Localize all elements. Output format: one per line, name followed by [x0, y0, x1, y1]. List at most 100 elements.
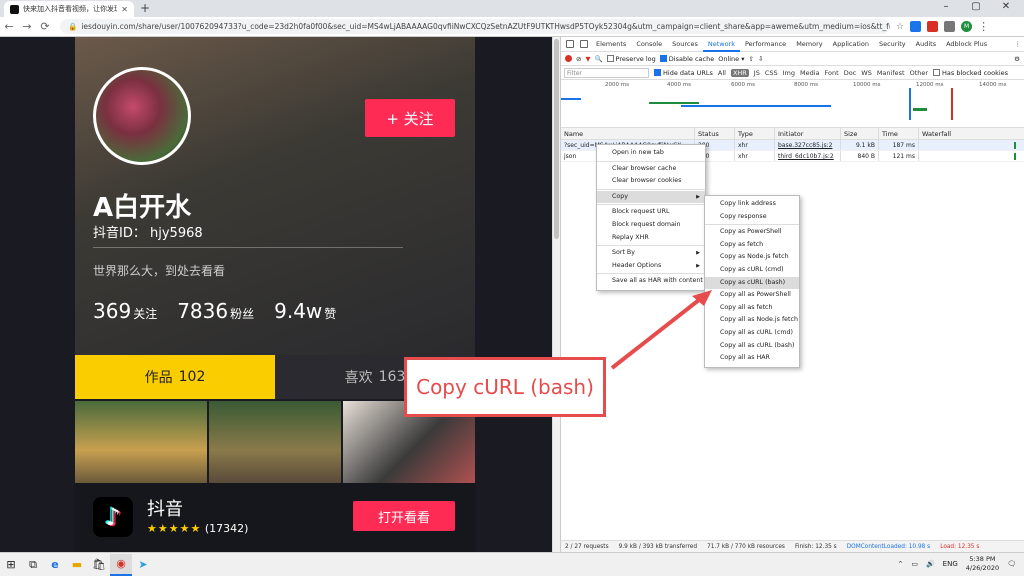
tab-application[interactable]: Application: [828, 37, 874, 52]
language-indicator[interactable]: ENG: [943, 560, 958, 568]
col-name[interactable]: Name: [561, 128, 695, 139]
clock[interactable]: 5:38 PM 4/26/2020: [966, 555, 999, 573]
inspect-icon[interactable]: [566, 40, 574, 48]
request-initiator[interactable]: third_6dc10b7.js:2: [775, 151, 841, 161]
tab-elements[interactable]: Elements: [591, 37, 631, 52]
menu-item[interactable]: Copy as PowerShell: [705, 226, 799, 239]
menu-item[interactable]: Copy all as PowerShell: [705, 289, 799, 302]
open-app-button[interactable]: 打开看看: [353, 501, 455, 531]
filter-icon[interactable]: ▼: [585, 55, 590, 63]
network-overview[interactable]: 2000 ms 4000 ms 6000 ms 8000 ms 10000 ms…: [561, 80, 1024, 128]
menu-item[interactable]: Block request URL: [597, 206, 705, 219]
task-view-icon[interactable]: ⧉: [22, 554, 44, 576]
network-icon[interactable]: ▭: [911, 560, 918, 568]
request-initiator[interactable]: base.327cc85.js:2: [775, 140, 841, 150]
maximize-button[interactable]: ▢: [962, 1, 990, 12]
tab-audits[interactable]: Audits: [911, 37, 941, 52]
menu-dots-icon[interactable]: ⋮: [978, 20, 989, 33]
col-type[interactable]: Type: [735, 128, 775, 139]
menu-item[interactable]: Copy all as Node.js fetch: [705, 314, 799, 327]
preserve-log-checkbox[interactable]: Preserve log: [606, 55, 656, 63]
menu-item[interactable]: Copy as Node.js fetch: [705, 251, 799, 264]
telegram-icon[interactable]: ➤: [132, 554, 154, 576]
col-size[interactable]: Size: [841, 128, 879, 139]
extension-icon[interactable]: [910, 21, 922, 32]
menu-item[interactable]: Copy as cURL (cmd): [705, 264, 799, 277]
menu-item[interactable]: Replay XHR: [597, 232, 705, 245]
type-ws[interactable]: WS: [861, 69, 872, 77]
back-icon[interactable]: ←: [0, 20, 18, 33]
tab-sources[interactable]: Sources: [667, 37, 703, 52]
address-bar[interactable]: 🔒 iesdouyin.com/share/user/100762094733?…: [60, 19, 890, 34]
tab-memory[interactable]: Memory: [791, 37, 827, 52]
profile-avatar[interactable]: M: [961, 21, 973, 32]
page-scrollbar[interactable]: [552, 37, 560, 552]
video-thumbnail[interactable]: [75, 401, 207, 483]
reload-icon[interactable]: ⟳: [36, 20, 54, 33]
browser-tab[interactable]: 快来加入抖音看视频，让你发现… ✕: [4, 1, 134, 17]
type-img[interactable]: Img: [783, 69, 795, 77]
file-explorer-icon[interactable]: ▬: [66, 554, 88, 576]
forward-icon[interactable]: →: [18, 20, 36, 33]
col-status[interactable]: Status: [695, 128, 735, 139]
type-all[interactable]: All: [718, 69, 726, 77]
col-time[interactable]: Time: [879, 128, 919, 139]
menu-item[interactable]: Copy all as HAR: [705, 352, 799, 365]
hide-data-urls-checkbox[interactable]: Hide data URLs: [654, 69, 713, 77]
col-initiator[interactable]: Initiator: [775, 128, 841, 139]
type-js[interactable]: JS: [754, 69, 760, 77]
type-media[interactable]: Media: [800, 69, 820, 77]
download-icon[interactable]: ⇩: [758, 55, 763, 63]
col-waterfall[interactable]: Waterfall: [919, 128, 1024, 139]
tab-network[interactable]: Network: [702, 37, 740, 52]
type-manifest[interactable]: Manifest: [877, 69, 905, 77]
tab-console[interactable]: Console: [631, 37, 667, 52]
tab-works[interactable]: 作品 102: [75, 355, 275, 399]
type-other[interactable]: Other: [910, 69, 928, 77]
disable-cache-checkbox[interactable]: Disable cache: [659, 55, 714, 63]
menu-item[interactable]: Copy ▶: [597, 190, 705, 204]
search-icon[interactable]: 🔍: [594, 55, 602, 63]
menu-item[interactable]: Copy response: [705, 211, 799, 224]
tab-performance[interactable]: Performance: [740, 37, 791, 52]
scrollbar-thumb[interactable]: [554, 39, 559, 239]
menu-item[interactable]: Copy all as cURL (cmd): [705, 327, 799, 340]
windows-start-icon[interactable]: ⊞: [0, 554, 22, 576]
menu-item[interactable]: Sort By ▶: [597, 247, 705, 260]
video-thumbnail[interactable]: [209, 401, 341, 483]
menu-item[interactable]: Copy link address: [705, 198, 799, 211]
menu-item[interactable]: Copy as cURL (bash): [705, 276, 799, 290]
menu-item[interactable]: Open in new tab: [597, 147, 705, 160]
has-blocked-cookies-checkbox[interactable]: Has blocked cookies: [933, 69, 1008, 77]
clear-icon[interactable]: ⊘: [576, 55, 581, 63]
throttle-select[interactable]: Online ▾: [718, 55, 744, 63]
menu-item[interactable]: Copy all as cURL (bash): [705, 340, 799, 353]
menu-item[interactable]: Clear browser cache: [597, 163, 705, 176]
chrome-icon[interactable]: ◉: [110, 553, 132, 576]
type-font[interactable]: Font: [825, 69, 839, 77]
follow-button[interactable]: + 关注: [365, 99, 455, 137]
new-tab-button[interactable]: +: [140, 1, 150, 15]
filter-input[interactable]: Filter: [564, 67, 649, 78]
menu-item[interactable]: Block request domain: [597, 219, 705, 232]
tray-expand-icon[interactable]: ⌃: [897, 560, 903, 568]
notifications-icon[interactable]: 🗨: [1007, 560, 1016, 568]
star-icon[interactable]: ☆: [896, 22, 904, 32]
tab-security[interactable]: Security: [874, 37, 911, 52]
type-doc[interactable]: Doc: [844, 69, 857, 77]
settings-gear-icon[interactable]: ⚙: [1014, 55, 1024, 63]
store-icon[interactable]: 🛍: [88, 554, 110, 576]
type-css[interactable]: CSS: [765, 69, 778, 77]
close-window-button[interactable]: ✕: [992, 1, 1020, 12]
tab-adblock[interactable]: Adblock Plus: [941, 37, 992, 52]
device-toggle-icon[interactable]: [580, 40, 588, 48]
volume-icon[interactable]: 🔊: [926, 560, 935, 568]
devtools-menu-icon[interactable]: ⋮: [1015, 40, 1024, 48]
extension-icon[interactable]: [944, 21, 956, 32]
menu-item[interactable]: Save all as HAR with content: [597, 275, 705, 288]
upload-icon[interactable]: ⇧: [749, 55, 754, 63]
edge-icon[interactable]: e: [44, 554, 66, 576]
minimize-button[interactable]: –: [932, 1, 960, 12]
menu-item[interactable]: Clear browser cookies: [597, 175, 705, 188]
menu-item[interactable]: Copy as fetch: [705, 239, 799, 252]
